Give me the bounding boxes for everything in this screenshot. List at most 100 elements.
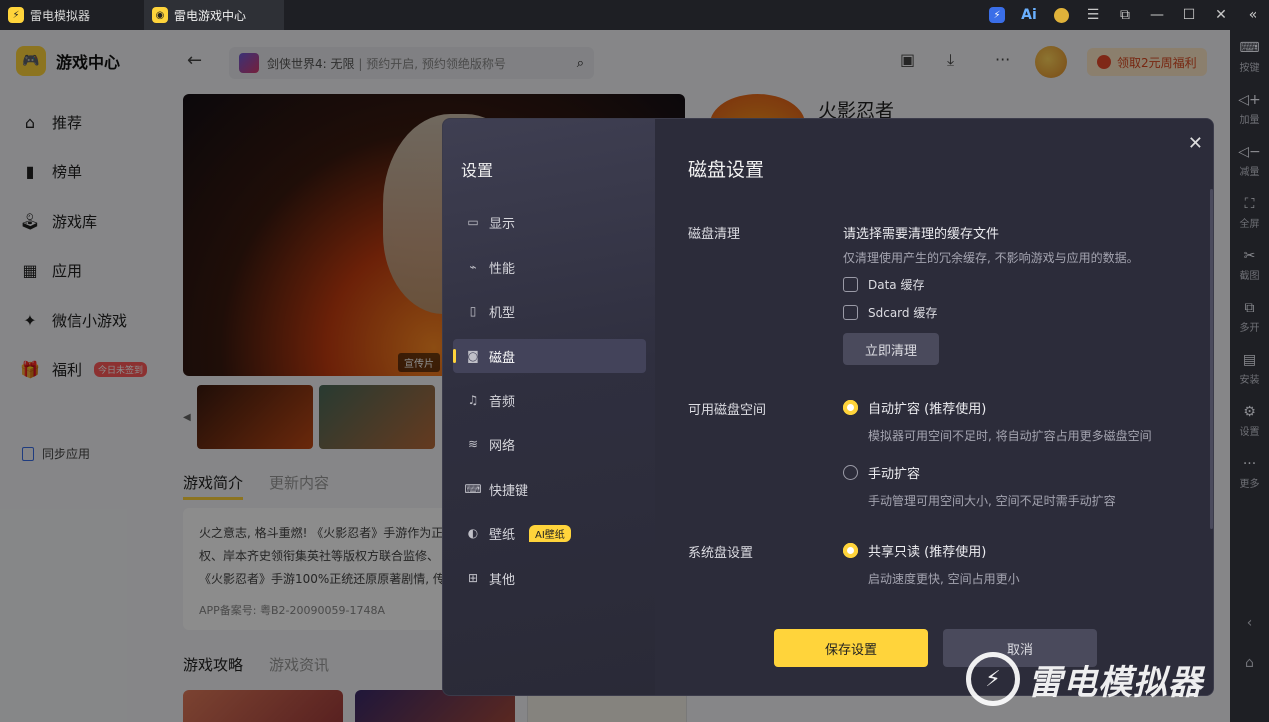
menu-label: 机型 xyxy=(489,305,516,321)
rail-keymap[interactable]: ⌨ 按键 xyxy=(1230,40,1269,74)
tab-label: 雷电游戏中心 xyxy=(174,8,247,23)
menu-label: 壁纸 xyxy=(489,527,516,543)
disk-space-label: 可用磁盘空间 xyxy=(688,403,767,418)
menu-label: 磁盘 xyxy=(489,350,516,366)
rail-volume-up[interactable]: ◁+ 加量 xyxy=(1230,92,1269,126)
disk-clean-title: 请选择需要清理的缓存文件 xyxy=(843,227,1000,242)
performance-icon: ⌁ xyxy=(469,260,477,274)
system-disk-label: 系统盘设置 xyxy=(688,546,754,561)
emulator-logo-icon: ⚡ xyxy=(8,7,24,23)
system-disk-section: 共享只读 (推荐使用) 启动速度更快, 空间占用更小 xyxy=(843,541,1193,587)
gear-icon: ⚙ xyxy=(1243,404,1256,420)
monitor-icon: ▭ xyxy=(467,215,479,229)
close-window-icon[interactable]: ✕ xyxy=(1205,0,1237,30)
menu-label: 性能 xyxy=(489,261,516,277)
palette-icon: ◐ xyxy=(467,526,479,540)
sdcard-cache-checkbox[interactable]: Sdcard 缓存 xyxy=(843,304,1193,321)
menu-label: 音频 xyxy=(489,394,516,410)
boost-icon[interactable]: ⚡ xyxy=(981,0,1013,30)
tab-emulator[interactable]: ⚡ 雷电模拟器 xyxy=(0,0,140,30)
menu-item-audio[interactable]: ♫ 音频 xyxy=(453,383,646,417)
auto-expand-radio[interactable]: 自动扩容 (推荐使用) xyxy=(843,398,1193,417)
checkbox-box xyxy=(843,277,858,292)
menu-label: 网络 xyxy=(489,438,516,454)
checkbox-label: Sdcard 缓存 xyxy=(868,306,938,320)
scrollbar[interactable] xyxy=(1210,189,1213,529)
title-bar: ⚡ 雷电模拟器 ◉ 雷电游戏中心 ⚡ Ai ☰ ⧉ — ☐ ✕ « xyxy=(0,0,1269,30)
menu-item-model[interactable]: ▯ 机型 xyxy=(453,294,646,328)
save-settings-button[interactable]: 保存设置 xyxy=(774,629,928,667)
menu-icon[interactable]: ☰ xyxy=(1077,0,1109,30)
menu-label: 快捷键 xyxy=(489,483,529,499)
game-center-logo-icon: ◉ xyxy=(152,7,168,23)
checkbox-label: Data 缓存 xyxy=(868,278,925,292)
rail-label: 截图 xyxy=(1239,271,1260,282)
clean-now-button[interactable]: 立即清理 xyxy=(843,333,939,365)
disk-space-section: 自动扩容 (推荐使用) 模拟器可用空间不足时, 将自动扩容占用更多磁盘空间 手动… xyxy=(843,398,1193,509)
rail-label: 全屏 xyxy=(1239,219,1260,230)
menu-item-disk[interactable]: ◙ 磁盘 xyxy=(453,339,646,373)
settings-panel: ✕ 磁盘设置 磁盘清理 请选择需要清理的缓存文件 仅清理使用产生的冗余缓存, 不… xyxy=(655,119,1213,695)
close-icon[interactable]: ✕ xyxy=(1188,133,1203,154)
watermark: ⚡ 雷电模拟器 xyxy=(966,652,1203,706)
back-nav-icon[interactable]: ‹ xyxy=(1230,615,1269,631)
rail-label: 减量 xyxy=(1239,167,1260,178)
menu-item-performance[interactable]: ⌁ 性能 xyxy=(453,250,646,284)
window-controls: ⚡ Ai ☰ ⧉ — ☐ ✕ « xyxy=(981,0,1269,30)
menu-item-other[interactable]: ⊞ 其他 xyxy=(453,561,646,595)
minimize-icon[interactable]: — xyxy=(1141,0,1173,30)
rail-multi[interactable]: ⧉ 多开 xyxy=(1230,300,1269,334)
tab-label: 雷电模拟器 xyxy=(30,8,91,23)
tab-game-center[interactable]: ◉ 雷电游戏中心 xyxy=(144,0,284,30)
rail-fullscreen[interactable]: ⛶ 全屏 xyxy=(1230,196,1269,230)
menu-item-hotkeys[interactable]: ⌨ 快捷键 xyxy=(453,472,646,506)
disk-icon: ◙ xyxy=(467,349,479,363)
audio-icon: ♫ xyxy=(467,393,479,407)
menu-label: 显示 xyxy=(489,216,516,232)
rail-label: 安装 xyxy=(1239,375,1260,386)
radio-label: 共享只读 (推荐使用) xyxy=(868,545,987,560)
manual-expand-radio[interactable]: 手动扩容 xyxy=(843,463,1193,482)
maximize-icon[interactable]: ☐ xyxy=(1173,0,1205,30)
keyboard-icon: ⌨ xyxy=(464,482,482,496)
radio-label: 自动扩容 (推荐使用) xyxy=(868,402,987,417)
auto-expand-desc: 模拟器可用空间不足时, 将自动扩容占用更多磁盘空间 xyxy=(868,429,1152,443)
menu-label: 其他 xyxy=(489,572,516,588)
volume-down-icon: ◁− xyxy=(1238,144,1261,160)
panel-heading: 磁盘设置 xyxy=(688,159,765,181)
ai-wallpaper-badge: AI壁纸 xyxy=(529,524,571,542)
rail-install[interactable]: ▤ 安装 xyxy=(1230,352,1269,386)
rail-volume-down[interactable]: ◁− 减量 xyxy=(1230,144,1269,178)
ai-icon[interactable]: Ai xyxy=(1013,0,1045,30)
collapse-rail-icon[interactable]: « xyxy=(1237,0,1269,30)
rail-screenshot[interactable]: ✂ 截图 xyxy=(1230,248,1269,282)
keyboard-icon: ⌨ xyxy=(1239,40,1260,56)
data-cache-checkbox[interactable]: Data 缓存 xyxy=(843,276,1193,293)
rail-label: 设置 xyxy=(1239,427,1260,438)
disk-clean-desc: 仅清理使用产生的冗余缓存, 不影响游戏与应用的数据。 xyxy=(843,251,1139,265)
radio-unselected xyxy=(843,465,858,480)
phone-icon: ▯ xyxy=(469,304,477,318)
shared-readonly-radio[interactable]: 共享只读 (推荐使用) xyxy=(843,541,1193,560)
menu-item-network[interactable]: ≋ 网络 xyxy=(453,427,646,461)
menu-item-wallpaper[interactable]: ◐ 壁纸 AI壁纸 xyxy=(453,516,646,550)
user-avatar-small-icon[interactable] xyxy=(1045,0,1077,30)
install-icon: ▤ xyxy=(1242,352,1257,368)
settings-menu: 设置 ▭ 显示 ⌁ 性能 ▯ 机型 ◙ 磁盘 ♫ 音频 ≋ 网络 ⌨ 快捷键 ◐ 壁纸 AI壁纸 … xyxy=(443,119,655,695)
tool-rail: ⌨ 按键 ◁+ 加量 ◁− 减量 ⛶ 全屏 ✂ 截图 ⧉ 多开 ▤ 安装 ⚙ 设置 ··· 更多 … xyxy=(1230,30,1269,722)
restore-window-icon[interactable]: ⧉ xyxy=(1109,0,1141,30)
disk-clean-section: 请选择需要清理的缓存文件 仅清理使用产生的冗余缓存, 不影响游戏与应用的数据。 … xyxy=(843,223,1193,365)
radio-selected xyxy=(843,400,858,415)
wifi-icon: ≋ xyxy=(467,437,479,451)
rail-more[interactable]: ··· 更多 xyxy=(1230,456,1269,490)
more-icon: ··· xyxy=(1242,456,1257,472)
volume-up-icon: ◁+ xyxy=(1238,92,1261,108)
home-nav-icon[interactable]: ⌂ xyxy=(1230,655,1269,671)
rail-label: 加量 xyxy=(1239,115,1260,126)
rail-settings[interactable]: ⚙ 设置 xyxy=(1230,404,1269,438)
scissors-icon: ✂ xyxy=(1243,248,1256,264)
shared-readonly-desc: 启动速度更快, 空间占用更小 xyxy=(868,572,1020,586)
radio-selected xyxy=(843,543,858,558)
settings-title: 设置 xyxy=(461,161,494,180)
menu-item-display[interactable]: ▭ 显示 xyxy=(453,205,646,239)
